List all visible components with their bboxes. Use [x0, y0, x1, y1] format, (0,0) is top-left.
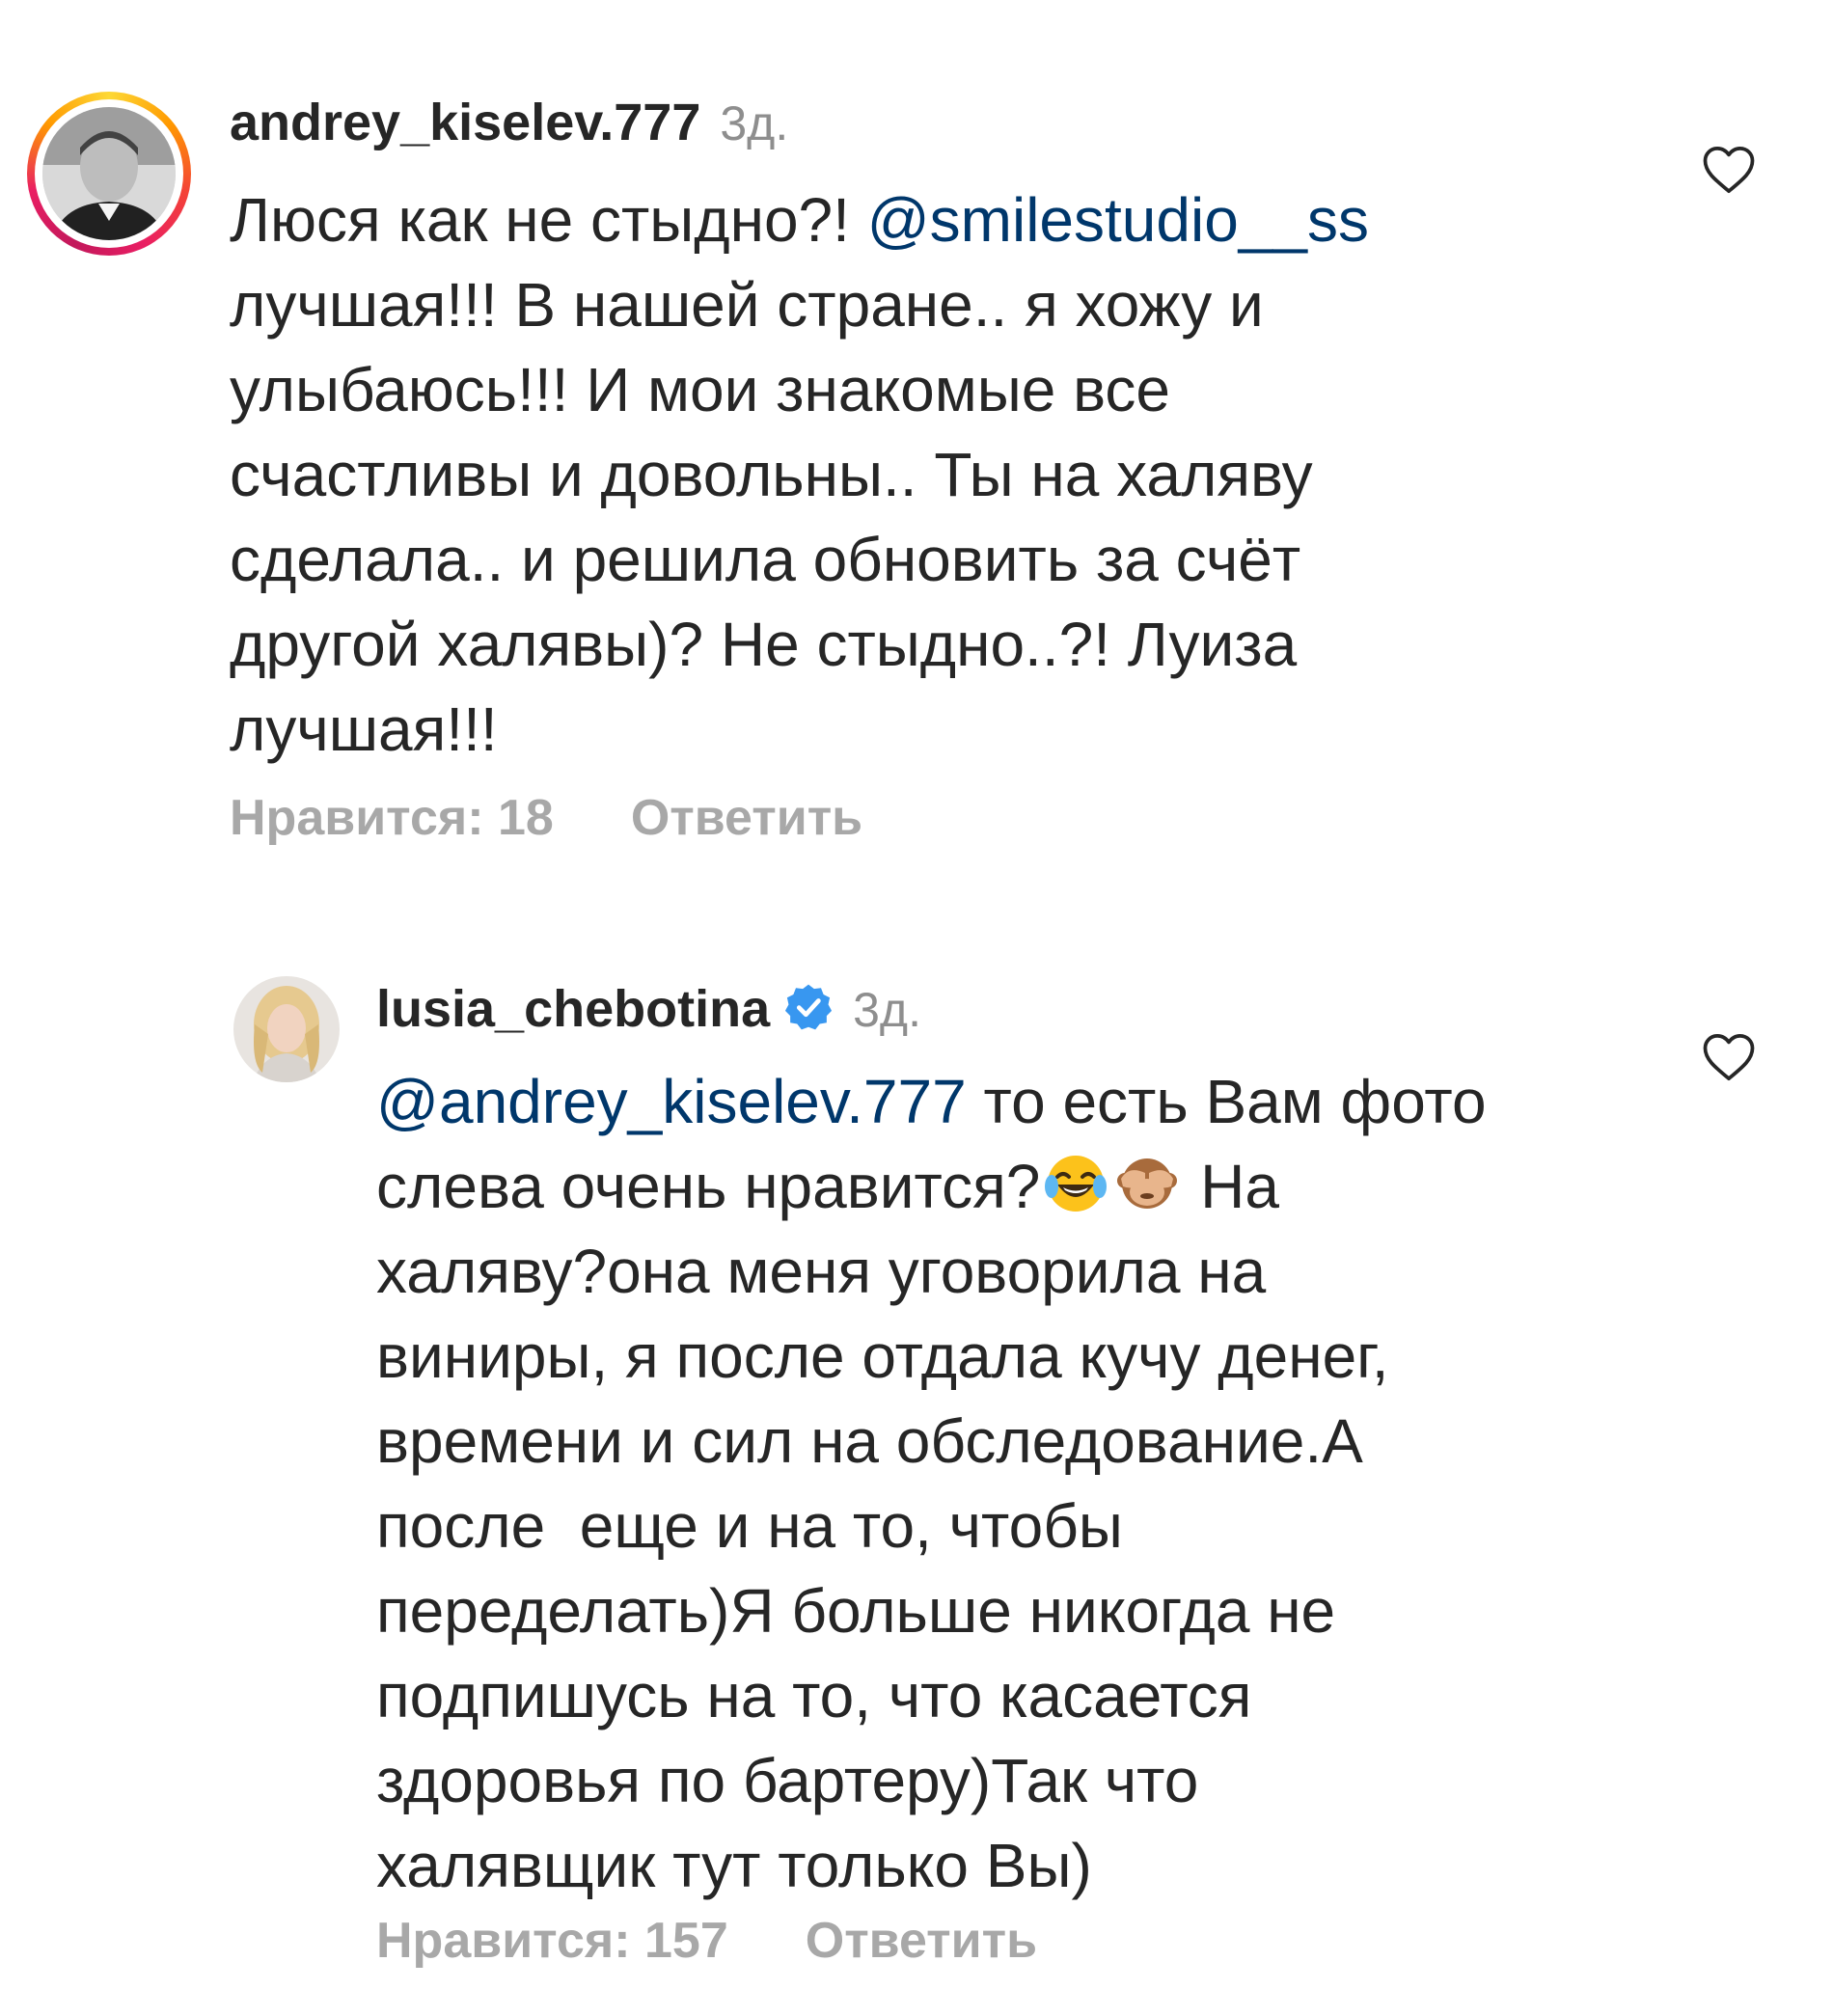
comment-text-line2-end: На	[1183, 1152, 1279, 1221]
reply-button[interactable]: Ответить	[806, 1912, 1037, 1970]
likes-count[interactable]: Нравится: 157	[376, 1912, 728, 1970]
avatar-photo-woman-icon	[233, 976, 340, 1082]
mention-link[interactable]: @andrey_kiselev.777	[376, 1067, 967, 1136]
timestamp: 3д.	[853, 983, 921, 1037]
comment-text-line1: то есть Вам фото	[966, 1067, 1487, 1136]
comment-text-line2: слева очень нравится?	[376, 1152, 1041, 1221]
comment-text-rest: халяву?она меня уговорила на виниры, я п…	[376, 1237, 1389, 1900]
heart-icon[interactable]	[1702, 1032, 1756, 1082]
username[interactable]: lusia_chebotina	[376, 979, 770, 1039]
avatar[interactable]	[233, 976, 340, 1082]
verified-badge-icon	[785, 984, 833, 1030]
comment-header: lusia_chebotina 3д.	[376, 976, 921, 1039]
tears-of-joy-emoji-icon	[1044, 1152, 1108, 1215]
comment-text: @andrey_kiselev.777 то есть Вам фото сле…	[376, 1059, 1708, 1908]
comment-lusia: lusia_chebotina 3д. @andrey_kiselev.777 …	[0, 0, 1833, 2016]
see-no-evil-monkey-emoji-icon	[1115, 1152, 1179, 1215]
comment-actions: Нравится: 157 Ответить	[376, 1912, 1037, 1970]
